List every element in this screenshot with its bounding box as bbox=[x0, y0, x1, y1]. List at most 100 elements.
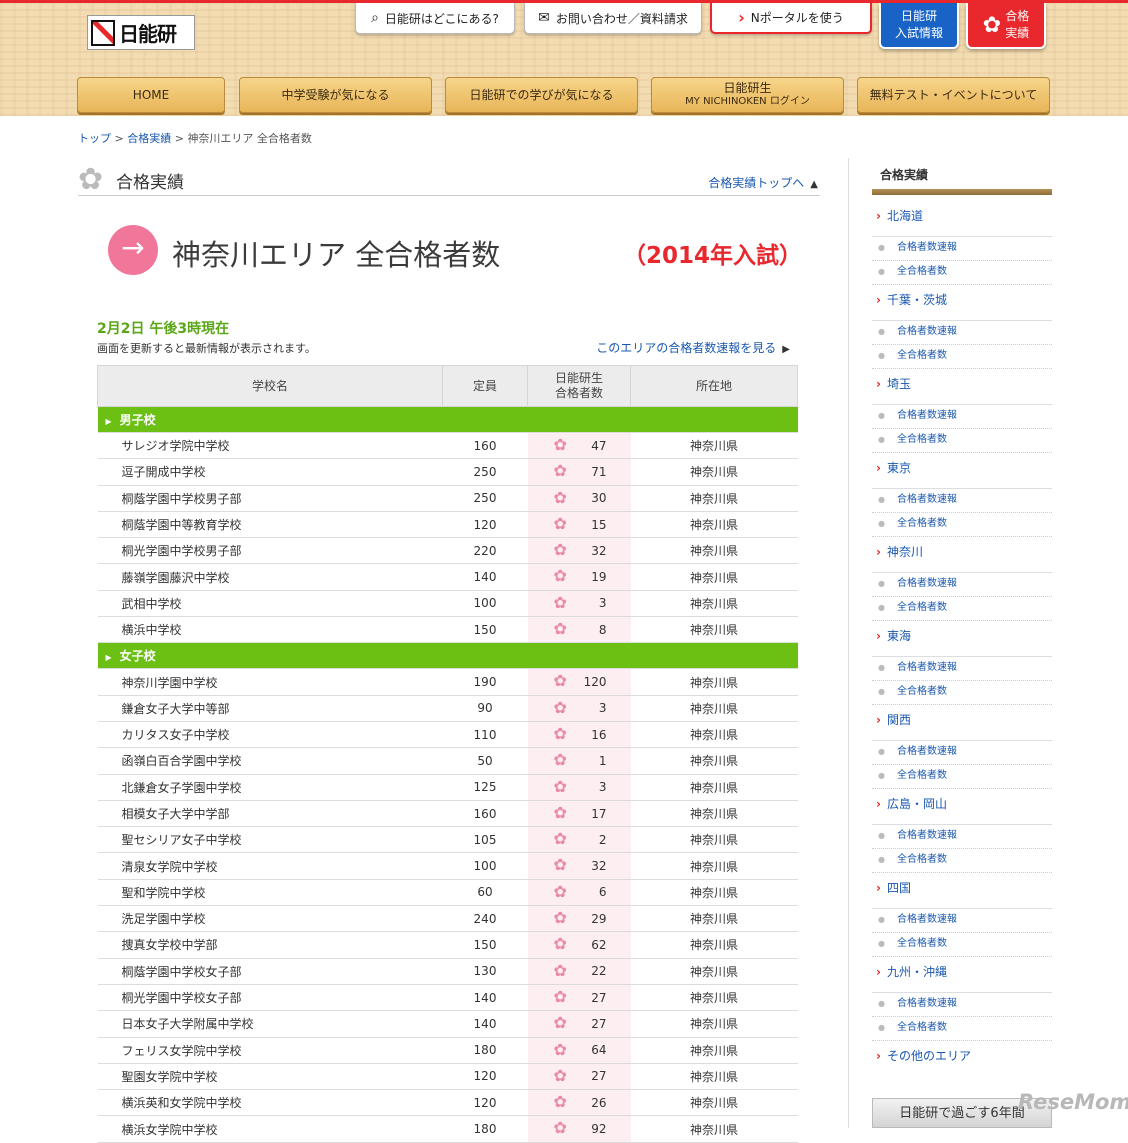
bullet-icon: ● bbox=[878, 603, 885, 612]
sakura-icon: ✿ bbox=[553, 697, 567, 717]
nav-mynichinoken[interactable]: 日能研生 MY NICHINOKEN ログイン bbox=[651, 77, 844, 113]
chevron-right-icon: › bbox=[876, 377, 881, 391]
sidebar-sublink[interactable]: ● 全合格者数 bbox=[872, 1017, 1052, 1041]
bullet-icon: ● bbox=[878, 831, 885, 840]
breadcrumb-results[interactable]: 合格実績 bbox=[127, 132, 171, 145]
nav-home[interactable]: HOME bbox=[77, 77, 225, 113]
sidebar-sublink[interactable]: ● 全合格者数 bbox=[872, 597, 1052, 621]
site-header: 日能研 ⌕ 日能研はどこにある? ✉ お問い合わせ／資料請求 › Nポータルを使う 日… bbox=[0, 0, 1128, 116]
results-top-link[interactable]: 合格実績トップへ ▲ bbox=[708, 174, 818, 191]
sakura-icon: ✿ bbox=[982, 12, 1002, 38]
nav-test-events[interactable]: 無料テスト・イベントについて bbox=[857, 77, 1050, 113]
passed-count: 32 bbox=[591, 543, 607, 558]
triangle-right-icon: ▶ bbox=[105, 417, 112, 426]
sidebar-region[interactable]: › 九州・沖縄 bbox=[872, 957, 1052, 993]
sidebar-sublink[interactable]: ● 合格者数速報 bbox=[872, 741, 1052, 765]
sidebar-sublink[interactable]: ● 合格者数速報 bbox=[872, 405, 1052, 429]
passed-count: 92 bbox=[591, 1122, 607, 1137]
sidebar-region[interactable]: › 広島・岡山 bbox=[872, 789, 1052, 825]
magnifier-icon: ⌕ bbox=[371, 10, 379, 26]
contact-link[interactable]: ✉ お問い合わせ／資料請求 bbox=[524, 3, 702, 34]
sakura-icon: ✿ bbox=[553, 671, 567, 691]
nav-learning[interactable]: 日能研での学びが気になる bbox=[445, 77, 638, 113]
table-row: 桐光学園中学校男子部 220 ✿ 32 神奈川県 bbox=[97, 537, 798, 565]
bullet-icon: ● bbox=[878, 495, 885, 504]
sidebar: 合格実績 › 北海道 ● 合格者数速報 ● 全合格者数 › 千葉・茨城 ● 合格者数速報 ● 全合格者… bbox=[872, 165, 1052, 1077]
passed-cell: ✿ 8 bbox=[527, 616, 631, 644]
capacity: 190 bbox=[442, 668, 528, 696]
sidebar-sublink[interactable]: ● 合格者数速報 bbox=[872, 321, 1052, 345]
breadcrumb-top[interactable]: トップ bbox=[78, 132, 111, 145]
passed-cell: ✿ 71 bbox=[527, 458, 631, 486]
passed-cell: ✿ 30 bbox=[527, 485, 631, 512]
passed-count: 8 bbox=[598, 622, 607, 637]
nportal-link[interactable]: › Nポータルを使う bbox=[710, 3, 872, 34]
location: 神奈川県 bbox=[630, 931, 798, 959]
passed-cell: ✿ 17 bbox=[527, 800, 631, 828]
table-row: 鎌倉女子大学中等部 90 ✿ 3 神奈川県 bbox=[97, 695, 798, 722]
school-name: 清泉女学院中学校 bbox=[97, 852, 443, 880]
sidebar-sublink[interactable]: ● 全合格者数 bbox=[872, 261, 1052, 285]
table-row: 清泉女学院中学校 100 ✿ 32 神奈川県 bbox=[97, 852, 798, 880]
passed-count: 27 bbox=[591, 1016, 607, 1031]
passed-cell: ✿ 1 bbox=[527, 747, 631, 775]
triangle-right-icon: ▶ bbox=[105, 653, 112, 663]
sidebar-sublink[interactable]: ● 合格者数速報 bbox=[872, 573, 1052, 597]
sidebar-region[interactable]: › 東海 bbox=[872, 621, 1052, 657]
sidebar-sublink[interactable]: ● 全合格者数 bbox=[872, 681, 1052, 705]
nav-exam[interactable]: 中学受験が気になる bbox=[239, 77, 432, 113]
sidebar-region[interactable]: › 四国 bbox=[872, 873, 1052, 909]
sidebar-sublink[interactable]: ● 合格者数速報 bbox=[872, 909, 1052, 933]
sidebar-sublink[interactable]: ● 全合格者数 bbox=[872, 933, 1052, 957]
table-row: フェリス女学院中学校 180 ✿ 64 神奈川県 bbox=[97, 1037, 798, 1064]
capacity: 240 bbox=[442, 905, 528, 933]
location: 神奈川県 bbox=[630, 590, 798, 618]
speed-report-link[interactable]: このエリアの合格者数速報を見る ▶ bbox=[596, 339, 790, 356]
nichinoken-logo[interactable]: 日能研 bbox=[87, 15, 195, 50]
passed-count: 15 bbox=[591, 517, 607, 532]
sidebar-region[interactable]: › 埼玉 bbox=[872, 369, 1052, 405]
section-title: 合格実績 bbox=[116, 173, 184, 193]
table-row: 神奈川学園中学校 190 ✿ 120 神奈川県 bbox=[97, 668, 798, 696]
capacity: 130 bbox=[442, 958, 528, 985]
table-row: 桐光学園中学校女子部 140 ✿ 27 神奈川県 bbox=[97, 984, 798, 1012]
sidebar-sublink[interactable]: ● 全合格者数 bbox=[872, 849, 1052, 873]
passed-cell: ✿ 27 bbox=[527, 1010, 631, 1038]
school-name: 北鎌倉女子学園中学校 bbox=[97, 774, 443, 801]
sidebar-sublink[interactable]: ● 合格者数速報 bbox=[872, 237, 1052, 261]
location-link[interactable]: ⌕ 日能研はどこにある? bbox=[355, 3, 515, 34]
sidebar-sublink[interactable]: ● 合格者数速報 bbox=[872, 993, 1052, 1017]
sidebar-region[interactable]: › 東京 bbox=[872, 453, 1052, 489]
passed-cell: ✿ 6 bbox=[527, 879, 631, 907]
sidebar-sublink[interactable]: ● 全合格者数 bbox=[872, 513, 1052, 537]
sakura-icon: ✿ bbox=[553, 986, 567, 1006]
sidebar-region[interactable]: › 神奈川 bbox=[872, 537, 1052, 573]
results-button[interactable]: ✿ 合格 実績 bbox=[966, 3, 1046, 49]
exam-info-button[interactable]: 日能研 入試情報 bbox=[879, 3, 959, 49]
school-name: 聖セシリア女子中学校 bbox=[97, 826, 443, 854]
bullet-icon: ● bbox=[878, 519, 885, 528]
bullet-icon: ● bbox=[878, 663, 885, 672]
sidebar-region[interactable]: › 千葉・茨城 bbox=[872, 285, 1052, 321]
sidebar-sublink[interactable]: ● 合格者数速報 bbox=[872, 657, 1052, 681]
table-row: 捜真女学校中学部 150 ✿ 62 神奈川県 bbox=[97, 931, 798, 959]
sidebar-sublink[interactable]: ● 全合格者数 bbox=[872, 345, 1052, 369]
capacity: 220 bbox=[442, 537, 528, 565]
sidebar-sublink[interactable]: ● 全合格者数 bbox=[872, 765, 1052, 789]
breadcrumb: トップ > 合格実績 > 神奈川エリア 全合格者数 bbox=[78, 132, 312, 145]
passed-count: 26 bbox=[591, 1095, 607, 1110]
bullet-icon: ● bbox=[878, 771, 885, 780]
sidebar-region[interactable]: › 関西 bbox=[872, 705, 1052, 741]
passed-cell: ✿ 120 bbox=[527, 668, 631, 696]
sakura-icon: ✿ bbox=[553, 619, 567, 639]
bullet-icon: ● bbox=[878, 327, 885, 336]
location: 神奈川県 bbox=[630, 1115, 798, 1143]
passed-count: 120 bbox=[583, 675, 607, 690]
sidebar-sublink[interactable]: ● 全合格者数 bbox=[872, 429, 1052, 453]
sidebar-sublink[interactable]: ● 合格者数速報 bbox=[872, 825, 1052, 849]
sidebar-region[interactable]: › 北海道 bbox=[872, 201, 1052, 237]
capacity: 250 bbox=[442, 485, 528, 512]
sidebar-sublink[interactable]: ● 合格者数速報 bbox=[872, 489, 1052, 513]
location: 神奈川県 bbox=[630, 432, 798, 460]
sidebar-other-area[interactable]: › その他のエリア bbox=[872, 1041, 1052, 1077]
